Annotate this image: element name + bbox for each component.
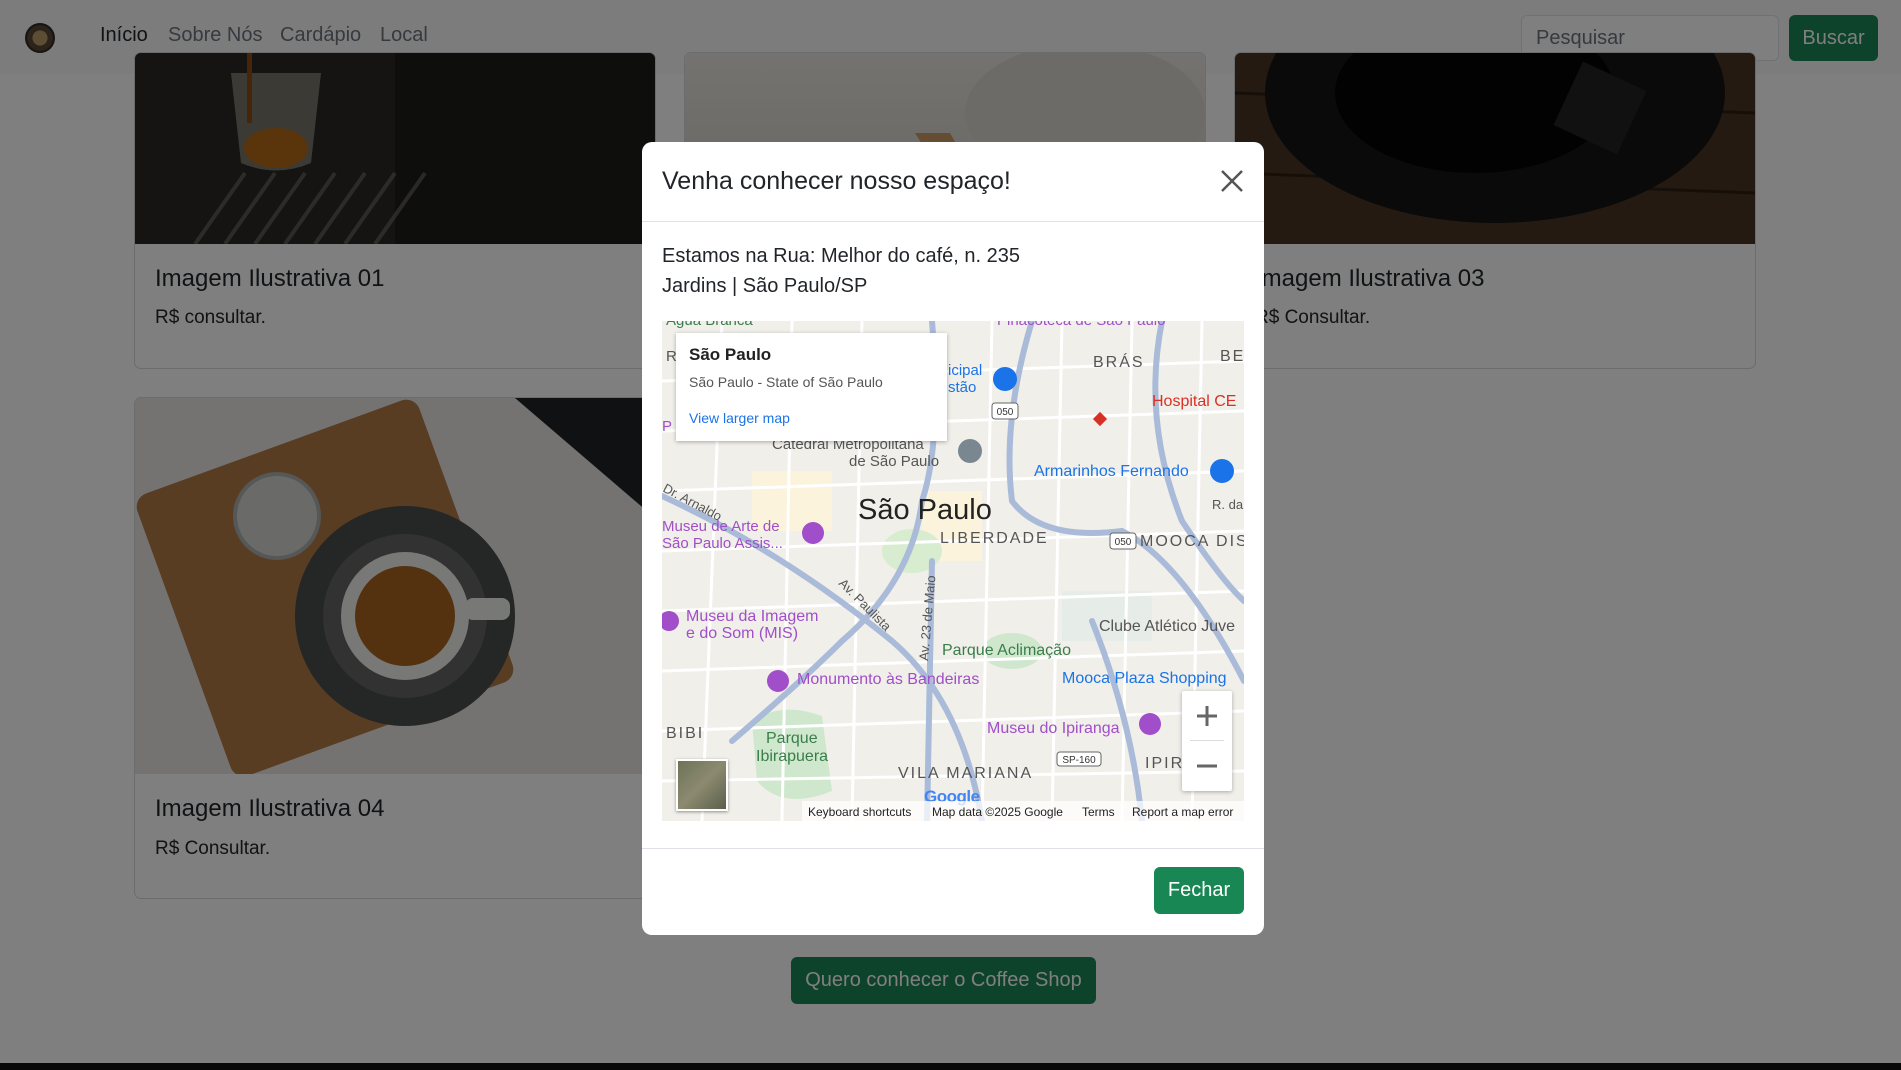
map-label-monumento: Monumento às Bandeiras	[797, 671, 979, 688]
zoom-out-icon[interactable]	[1182, 741, 1232, 791]
map-label-liberdade: LIBERDADE	[940, 530, 1049, 547]
route-sp160-label: SP-160	[1062, 755, 1096, 766]
map-label-vila-mariana: VILA MARIANA	[898, 765, 1033, 782]
cathedral-pin-icon[interactable]	[958, 439, 982, 463]
map-info-title: São Paulo	[689, 345, 772, 364]
view-larger-map-link[interactable]: View larger map	[689, 410, 790, 426]
location-modal: Venha conhecer nosso espaço! Estamos na …	[642, 142, 1264, 935]
museum-pin-icon[interactable]	[802, 522, 824, 544]
modal-title: Venha conhecer nosso espaço!	[662, 167, 1011, 195]
satellite-toggle-button[interactable]	[676, 759, 728, 811]
route-050-east-label: 050	[1115, 537, 1132, 548]
map-label-museu-imagem-1: Museu da Imagem	[686, 608, 819, 625]
map-label-mooca: MOOCA DIS	[1140, 533, 1244, 550]
map-label-museu-arte-2: São Paulo Assis...	[662, 535, 783, 552]
map-label-museu-imagem-2: e do Som (MIS)	[686, 625, 798, 642]
map-label-p: P	[662, 418, 672, 435]
museum-ipiranga-pin-icon[interactable]	[1139, 713, 1161, 735]
map-label-municipal-2: stão	[948, 379, 976, 396]
report-map-error-link[interactable]: Report a map error	[1132, 805, 1233, 819]
fechar-button[interactable]: Fechar	[1154, 867, 1244, 914]
modal-header: Venha conhecer nosso espaço!	[642, 142, 1264, 222]
google-map-embed[interactable]: 050 050 SP-160 São Paulo BRÁS BE LIBERDA…	[662, 321, 1244, 821]
zoom-in-icon[interactable]	[1182, 691, 1232, 741]
map-label-pinacoteca: Pinacoteca de São Paulo	[997, 321, 1165, 329]
terms-link[interactable]: Terms	[1082, 805, 1115, 819]
map-label-bibi: BIBI	[666, 725, 704, 742]
store-pin-icon[interactable]	[1210, 459, 1234, 483]
map-label-ibirapuera-2: Ibirapuera	[756, 748, 828, 765]
map-data-label: Map data ©2025 Google	[932, 805, 1063, 819]
map-label-catedral-2: de São Paulo	[849, 453, 939, 470]
map-label-parque-aclimacao: Parque Aclimação	[942, 642, 1071, 659]
address-line-2: Jardins | São Paulo/SP	[662, 275, 868, 297]
map-info-card: São Paulo São Paulo - State of São Paulo…	[676, 333, 947, 441]
map-label-be: BE	[1220, 348, 1244, 365]
map-label-hospital: Hospital CE	[1152, 393, 1236, 410]
map-info-subtitle: São Paulo - State of São Paulo	[689, 374, 883, 390]
keyboard-shortcuts-link[interactable]: Keyboard shortcuts	[808, 805, 911, 819]
map-label-r-da: R. da	[1212, 497, 1244, 512]
monument-pin-icon[interactable]	[767, 670, 789, 692]
map-label-bras: BRÁS	[1093, 352, 1145, 371]
address-line-1: Estamos na Rua: Melhor do café, n. 235	[662, 245, 1020, 267]
map-zoom-controls	[1182, 691, 1232, 791]
shopping-pin-icon[interactable]	[993, 367, 1017, 391]
map-label-ipir: IPIR	[1145, 755, 1184, 772]
map-label-ibirapuera-1: Parque	[766, 730, 818, 747]
map-label-armarinhos: Armarinhos Fernando	[1034, 463, 1189, 480]
map-label-mooca-plaza: Mooca Plaza Shopping	[1062, 670, 1227, 687]
map-label-clube: Clube Atlético Juve	[1099, 618, 1235, 635]
map-city-label: São Paulo	[858, 494, 992, 526]
map-label-museu-ipiranga: Museu do Ipiranga	[987, 720, 1120, 737]
map-label-agua-branca: Agua Branca	[666, 321, 753, 329]
map-label-museu-arte-1: Museu de Arte de	[662, 518, 780, 535]
route-050-north-label: 050	[997, 407, 1014, 418]
close-icon[interactable]	[1217, 166, 1247, 196]
modal-footer: Fechar	[642, 848, 1264, 935]
map-label-municipal-1: icipal	[948, 362, 982, 379]
